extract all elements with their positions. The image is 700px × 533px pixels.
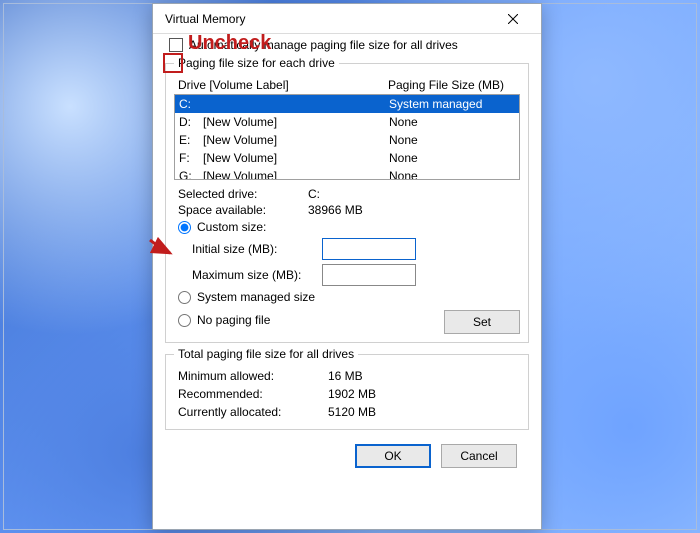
space-available-row: Space available: 38966 MB	[174, 202, 520, 218]
header-drive: Drive [Volume Label]	[178, 78, 388, 92]
drive-list[interactable]: C:System managedD:[New Volume]NoneE:[New…	[174, 94, 520, 180]
drive-row[interactable]: E:[New Volume]None	[175, 131, 519, 149]
no-paging-label: No paging file	[197, 313, 270, 327]
dialog-body: Automatically manage paging file size fo…	[153, 34, 541, 529]
drive-size: None	[389, 150, 515, 166]
cur-row: Currently allocated: 5120 MB	[174, 403, 520, 421]
close-button[interactable]	[493, 5, 533, 33]
drive-row[interactable]: F:[New Volume]None	[175, 149, 519, 167]
maximum-size-label: Maximum size (MB):	[192, 268, 322, 282]
auto-manage-label: Automatically manage paging file size fo…	[189, 38, 458, 52]
cur-value: 5120 MB	[328, 405, 376, 419]
auto-manage-checkbox[interactable]	[169, 38, 183, 52]
no-paging-radio[interactable]	[178, 314, 191, 327]
ok-button[interactable]: OK	[355, 444, 431, 468]
virtual-memory-dialog: Virtual Memory Automatically manage pagi…	[152, 3, 542, 530]
custom-size-row[interactable]: Custom size:	[174, 218, 520, 236]
drive-label	[203, 96, 389, 112]
set-row: Set	[444, 306, 520, 334]
drive-label: [New Volume]	[203, 132, 389, 148]
min-label: Minimum allowed:	[178, 369, 328, 383]
totals-legend: Total paging file size for all drives	[174, 347, 358, 361]
titlebar: Virtual Memory	[153, 4, 541, 34]
drive-size: System managed	[389, 96, 515, 112]
drive-letter: F:	[179, 150, 203, 166]
drive-label: [New Volume]	[203, 168, 389, 180]
drive-size: None	[389, 168, 515, 180]
per-drive-legend: Paging file size for each drive	[174, 56, 339, 70]
initial-size-label: Initial size (MB):	[192, 242, 322, 256]
rec-row: Recommended: 1902 MB	[174, 385, 520, 403]
dialog-buttons: OK Cancel	[165, 434, 529, 468]
header-size: Paging File Size (MB)	[388, 78, 520, 92]
drive-label: [New Volume]	[203, 114, 389, 130]
min-row: Minimum allowed: 16 MB	[174, 367, 520, 385]
set-button[interactable]: Set	[444, 310, 520, 334]
system-managed-label: System managed size	[197, 290, 315, 304]
selected-drive-row: Selected drive: C:	[174, 186, 520, 202]
selected-drive-value: C:	[308, 187, 320, 201]
totals-group: Total paging file size for all drives Mi…	[165, 347, 529, 430]
min-value: 16 MB	[328, 369, 363, 383]
drive-list-header: Drive [Volume Label] Paging File Size (M…	[174, 76, 520, 94]
drive-row[interactable]: C: System managed	[175, 95, 519, 113]
custom-size-label: Custom size:	[197, 220, 266, 234]
rec-label: Recommended:	[178, 387, 328, 401]
drive-row[interactable]: G:[New Volume]None	[175, 167, 519, 180]
drive-row[interactable]: D:[New Volume]None	[175, 113, 519, 131]
initial-size-input[interactable]	[322, 238, 416, 260]
dialog-title: Virtual Memory	[165, 12, 493, 26]
drive-letter: C:	[179, 96, 203, 112]
auto-manage-row[interactable]: Automatically manage paging file size fo…	[165, 38, 529, 52]
system-managed-row[interactable]: System managed size	[174, 288, 520, 306]
custom-size-radio[interactable]	[178, 221, 191, 234]
system-managed-radio[interactable]	[178, 291, 191, 304]
drive-size: None	[389, 132, 515, 148]
cur-label: Currently allocated:	[178, 405, 328, 419]
drive-letter: E:	[179, 132, 203, 148]
cancel-button[interactable]: Cancel	[441, 444, 517, 468]
close-icon	[508, 14, 518, 24]
selected-drive-label: Selected drive:	[178, 187, 308, 201]
rec-value: 1902 MB	[328, 387, 376, 401]
space-available-value: 38966 MB	[308, 203, 363, 217]
size-inputs: Initial size (MB): Maximum size (MB):	[174, 236, 520, 288]
drive-letter: D:	[179, 114, 203, 130]
maximum-size-input[interactable]	[322, 264, 416, 286]
drive-letter: G:	[179, 168, 203, 180]
per-drive-group: Paging file size for each drive Drive [V…	[165, 56, 529, 343]
no-paging-row[interactable]: No paging file	[174, 311, 444, 329]
drive-label: [New Volume]	[203, 150, 389, 166]
space-available-label: Space available:	[178, 203, 308, 217]
drive-size: None	[389, 114, 515, 130]
